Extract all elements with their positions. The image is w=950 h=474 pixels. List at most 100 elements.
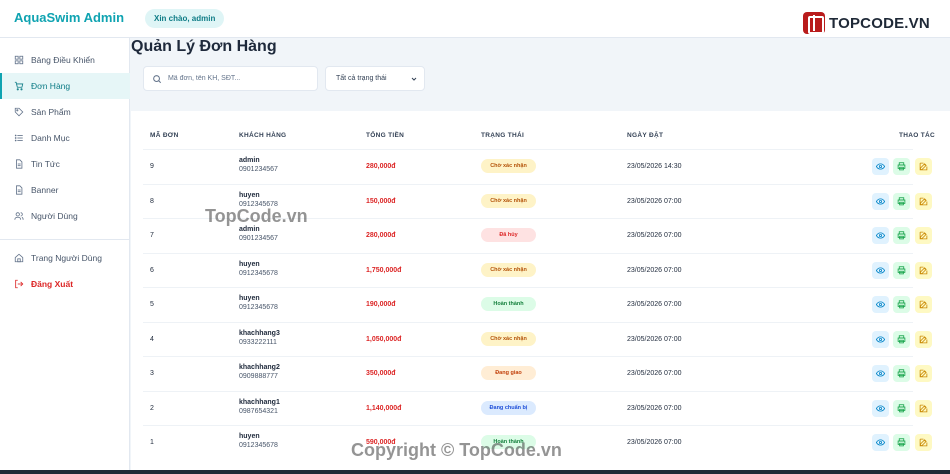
sidebar-item-1[interactable]: Bảng Điều Khiển — [0, 47, 130, 73]
sidebar-item-4[interactable]: Danh Mục — [0, 125, 130, 151]
customer-cell: admin 0901234567 — [239, 226, 278, 242]
print-button[interactable] — [893, 399, 910, 417]
order-date: 23/05/2026 07:00 — [627, 335, 682, 343]
view-button[interactable] — [872, 261, 889, 279]
order-total: 280,000đ — [366, 232, 396, 239]
edit-button[interactable] — [915, 330, 932, 348]
document-icon — [14, 185, 24, 195]
list-icon — [14, 133, 24, 143]
view-button[interactable] — [872, 434, 889, 451]
view-button[interactable] — [872, 192, 889, 210]
sidebar-item-5[interactable]: Tin Tức — [0, 151, 130, 177]
search-box[interactable] — [143, 66, 318, 91]
print-button[interactable] — [893, 296, 910, 313]
order-date: 23/05/2026 07:00 — [627, 301, 682, 308]
edit-icon — [919, 369, 928, 378]
order-id: 7 — [150, 232, 154, 239]
status-badge: Chờ xác nhận — [481, 159, 536, 173]
status-badge: Chờ xác nhận — [481, 331, 536, 346]
order-total: 280,000đ — [366, 163, 396, 170]
printer-icon — [897, 265, 906, 274]
order-id: 2 — [150, 404, 154, 412]
print-button[interactable] — [893, 261, 910, 279]
sidebar-item-2[interactable]: Đơn Hàng — [0, 73, 130, 99]
view-icon — [876, 404, 885, 412]
sidebar-item-label: Danh Mục — [31, 133, 70, 143]
customer-phone: 0912345678 — [239, 269, 278, 277]
sidebar-item-label: Đơn Hàng — [31, 81, 71, 91]
view-button[interactable] — [872, 158, 889, 175]
bottom-bar — [0, 470, 950, 474]
edit-button[interactable] — [915, 192, 932, 210]
edit-icon — [919, 300, 928, 309]
edit-button[interactable] — [915, 261, 932, 279]
column-header: TRẠNG THÁI — [481, 132, 525, 139]
order-id: 1 — [150, 439, 154, 446]
view-icon — [876, 266, 885, 274]
printer-icon — [897, 162, 906, 171]
customer-cell: admin 0901234567 — [239, 157, 278, 173]
status-badge: Đang chuẩn bị — [481, 400, 536, 415]
status-badge: Đang giao — [481, 366, 536, 380]
order-id: 6 — [150, 266, 154, 274]
order-date: 23/05/2026 07:00 — [627, 439, 682, 446]
customer-name: huyen — [239, 191, 260, 199]
order-total: 1,140,000đ — [366, 404, 402, 412]
edit-icon — [919, 231, 928, 240]
print-button[interactable] — [893, 192, 910, 210]
order-id: 5 — [150, 301, 154, 308]
view-button[interactable] — [872, 365, 889, 382]
sidebar-item-label: Sản Phẩm — [31, 107, 71, 117]
edit-button[interactable] — [915, 434, 932, 451]
view-button[interactable] — [872, 296, 889, 313]
status-badge: Chờ xác nhận — [481, 262, 536, 277]
order-total: 350,000đ — [366, 370, 396, 377]
sidebar-item-6[interactable]: Banner — [0, 177, 130, 203]
edit-icon — [919, 162, 928, 171]
view-button[interactable] — [872, 399, 889, 417]
edit-icon — [919, 438, 928, 447]
order-total: 150,000đ — [366, 197, 396, 205]
view-button[interactable] — [872, 227, 889, 244]
sidebar-item-user-page[interactable]: Trang Người Dùng — [0, 245, 130, 271]
status-filter-select[interactable]: Tất cả trạng thái — [325, 66, 425, 91]
print-button[interactable] — [893, 158, 910, 175]
sidebar-item-7[interactable]: Người Dùng — [0, 203, 130, 229]
column-header: THAO TÁC — [899, 132, 935, 139]
print-button[interactable] — [893, 365, 910, 382]
customer-name: khachhang2 — [239, 364, 280, 371]
edit-icon — [919, 335, 928, 343]
sidebar-item-3[interactable]: Sản Phẩm — [0, 99, 130, 125]
order-total: 1,750,000đ — [366, 266, 402, 274]
edit-button[interactable] — [915, 158, 932, 175]
home-icon — [14, 253, 24, 263]
edit-button[interactable] — [915, 365, 932, 382]
logout-button[interactable]: Đăng Xuất — [0, 271, 130, 297]
customer-cell: khachhang2 0909888777 — [239, 364, 280, 380]
order-date: 23/05/2026 07:00 — [627, 370, 682, 377]
customer-phone: 0933222111 — [239, 338, 277, 346]
edit-button[interactable] — [915, 227, 932, 244]
customer-cell: huyen 0912345678 — [239, 433, 278, 449]
print-button[interactable] — [893, 330, 910, 348]
customer-phone: 0909888777 — [239, 373, 278, 380]
customer-cell: khachhang1 0987654321 — [239, 399, 280, 415]
printer-icon — [897, 403, 906, 412]
printer-icon — [897, 438, 906, 447]
edit-button[interactable] — [915, 399, 932, 417]
edit-button[interactable] — [915, 296, 932, 313]
order-date: 23/05/2026 07:00 — [627, 266, 682, 274]
print-button[interactable] — [893, 434, 910, 451]
customer-cell: huyen 0912345678 — [239, 192, 278, 208]
brand-title[interactable]: AquaSwim Admin — [14, 10, 124, 25]
sidebar: Bảng Điều Khiển Đơn Hàng Sản Phẩm Danh Mục T… — [0, 38, 130, 474]
sidebar-item-label: Đăng Xuất — [31, 279, 74, 289]
document-icon — [14, 159, 24, 169]
search-input[interactable] — [167, 75, 317, 82]
order-id: 8 — [150, 197, 154, 205]
view-button[interactable] — [872, 330, 889, 348]
print-button[interactable] — [893, 227, 910, 244]
top-header: AquaSwim Admin Xin chào, admin TOPCODE.V… — [0, 0, 950, 38]
sidebar-item-label: Trang Người Dùng — [31, 253, 102, 263]
chevron-down-icon — [411, 77, 417, 81]
